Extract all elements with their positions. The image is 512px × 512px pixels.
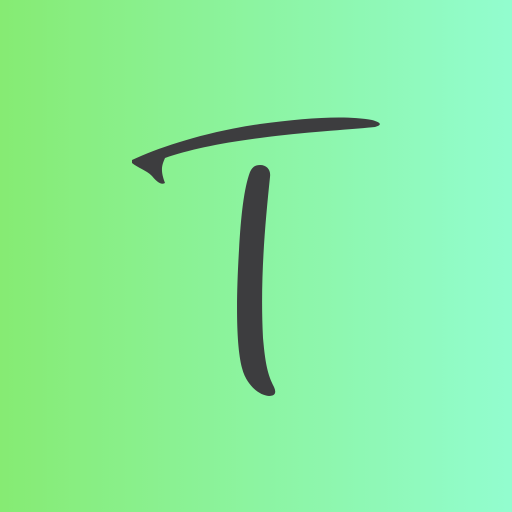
t-stem <box>237 165 276 396</box>
letter-t-icon <box>132 117 380 396</box>
app-icon <box>0 0 512 512</box>
